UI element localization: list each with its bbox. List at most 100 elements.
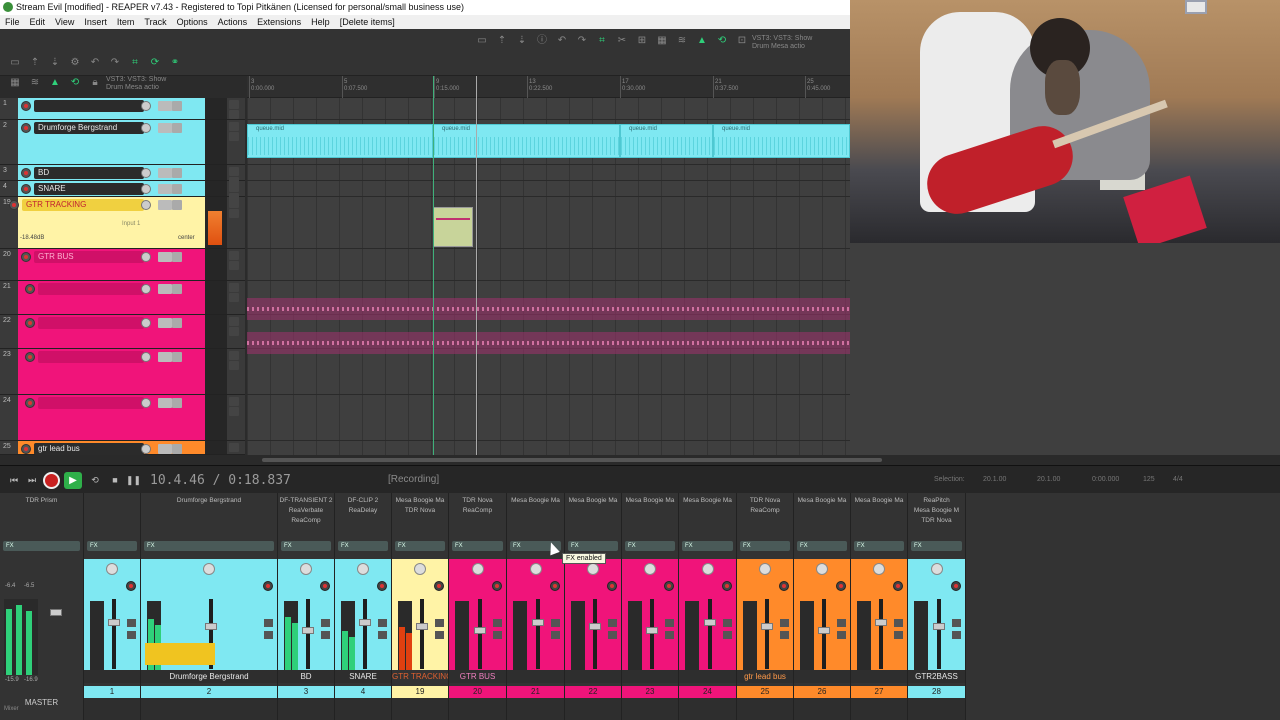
track-name[interactable] — [38, 317, 144, 329]
new-project-icon[interactable]: ▭ — [8, 57, 22, 69]
track-4[interactable]: 4 SNARE — [0, 181, 245, 202]
lock-icon[interactable]: 🔒︎ — [88, 77, 102, 89]
mixer-strip-21[interactable]: Mesa Boogie Ma FX 21 — [507, 493, 565, 720]
loop-icon[interactable]: ⟲ — [68, 77, 82, 89]
fx-bypass-button[interactable] — [172, 200, 182, 210]
midi-item[interactable]: queue.mid — [620, 124, 713, 158]
mixer-strip-22[interactable]: Mesa Boogie Ma FX 22 — [565, 493, 622, 720]
solo-button[interactable] — [229, 261, 239, 270]
fader-handle[interactable] — [646, 627, 658, 634]
strip-record-arm[interactable] — [320, 581, 330, 591]
pan-knob[interactable] — [644, 563, 656, 575]
strip-mute[interactable] — [264, 619, 273, 627]
strip-mute[interactable] — [837, 619, 846, 627]
stop-icon[interactable]: ■ — [109, 474, 121, 486]
fader-handle[interactable] — [205, 623, 217, 630]
master-fx-name[interactable]: TDR Prism — [0, 496, 83, 506]
item-icon[interactable]: ▭ — [475, 35, 489, 47]
strip-fx-list[interactable]: Mesa Boogie Ma — [507, 496, 564, 506]
fx-button[interactable] — [158, 444, 172, 454]
mixer-strip-3[interactable]: DF-TRANSIENT 2 ReaVerbate ReaComp FX BD 3 — [278, 493, 335, 720]
strip-fx-button[interactable]: FX — [281, 541, 331, 551]
mute-button[interactable] — [229, 167, 239, 176]
solo-button[interactable] — [229, 132, 239, 141]
undo-icon[interactable]: ↶ — [88, 57, 102, 69]
track-name[interactable]: GTR TRACKING — [22, 199, 144, 211]
strip-fx-list[interactable]: Mesa Boogie Ma — [565, 496, 621, 506]
strip-name[interactable] — [507, 670, 564, 683]
mute-button[interactable] — [229, 122, 239, 131]
menu-item-6[interactable]: Options — [172, 15, 213, 29]
strip-record-arm[interactable] — [893, 581, 903, 591]
record-arm-button[interactable] — [21, 123, 31, 133]
strip-fx-list[interactable]: Mesa Boogie Ma — [679, 496, 736, 506]
strip-solo[interactable] — [493, 631, 502, 639]
mixer-tab[interactable]: Mixer — [4, 706, 19, 712]
fader-handle[interactable] — [818, 627, 830, 634]
master-fader[interactable] — [50, 609, 62, 616]
pan-knob[interactable] — [106, 563, 118, 575]
strip-name[interactable] — [851, 670, 907, 683]
grid-snap-icon[interactable]: ⌗ — [128, 57, 142, 69]
solo-button[interactable] — [229, 293, 239, 302]
solo-button[interactable] — [229, 110, 239, 119]
volume-knob[interactable] — [141, 168, 151, 178]
pan-knob[interactable] — [529, 563, 542, 575]
strip-name[interactable]: GTR2BASS — [908, 670, 965, 683]
strip-fx-list[interactable]: Mesa Boogie Ma TDR Nova — [392, 496, 448, 516]
selection-start[interactable]: 20.1.00 — [983, 476, 1006, 483]
midi-item[interactable]: queue.mid — [247, 124, 433, 158]
strip-fx-button[interactable]: FX — [797, 541, 847, 551]
fx-button[interactable] — [158, 200, 172, 210]
strip-fx-list[interactable]: Mesa Boogie Ma — [851, 496, 907, 506]
strip-solo[interactable] — [435, 631, 444, 639]
pan-knob[interactable] — [701, 563, 714, 575]
volume-knob[interactable] — [141, 252, 151, 262]
record-arm-button[interactable] — [21, 184, 31, 194]
strip-name[interactable]: gtr lead bus — [737, 670, 793, 683]
strip-record-arm[interactable] — [550, 581, 560, 591]
strip-record-arm[interactable] — [779, 581, 789, 591]
record-arm-button[interactable] — [25, 398, 35, 408]
strip-solo[interactable] — [665, 631, 674, 639]
record-arm-button[interactable] — [25, 284, 35, 294]
settings-icon[interactable]: ⚙ — [68, 57, 82, 69]
track-1[interactable]: 1 — [0, 98, 245, 120]
track-19[interactable]: 19 GTR TRACKING -18.48dB Input 1 center — [0, 197, 245, 249]
volume-knob[interactable] — [141, 352, 151, 362]
strip-fx-button[interactable]: FX — [87, 541, 137, 551]
pan-knob[interactable] — [203, 563, 215, 575]
fader-handle[interactable] — [302, 627, 314, 634]
volume-knob[interactable] — [141, 184, 151, 194]
strip-name[interactable]: SNARE — [335, 670, 391, 683]
fx-button[interactable] — [158, 318, 172, 328]
track-name[interactable] — [38, 283, 144, 295]
recording-item[interactable] — [433, 207, 473, 247]
strip-name[interactable] — [84, 670, 140, 683]
volume-knob[interactable] — [141, 101, 151, 111]
timeline-ruler[interactable]: 3 0:00.000 5 0:07.500 9 0:15.000 13 0:22.500 17 0… — [247, 76, 850, 98]
fx-bypass-button[interactable] — [172, 123, 182, 133]
fx-bypass-button[interactable] — [172, 398, 182, 408]
mixer-strip-4[interactable]: DF-CLIP 2 ReaDelay FX SNARE 4 — [335, 493, 392, 720]
mixer-strip-20[interactable]: TDR Nova ReaComp FX GTR BUS 20 — [449, 493, 507, 720]
strip-fx-button[interactable]: FX — [395, 541, 445, 551]
arrange-view-extension[interactable] — [850, 243, 1280, 456]
strip-mute[interactable] — [608, 619, 617, 627]
strip-name[interactable]: GTR BUS — [449, 670, 506, 683]
strip-fx-list[interactable]: DF-CLIP 2 ReaDelay — [335, 496, 391, 516]
fx-button[interactable] — [158, 101, 172, 111]
fx-button[interactable] — [158, 352, 172, 362]
strip-solo[interactable] — [264, 631, 273, 639]
pan-knob[interactable] — [873, 563, 885, 575]
fx-bypass-button[interactable] — [172, 444, 182, 454]
mute-button[interactable] — [229, 199, 239, 208]
grid2-icon[interactable]: ▦ — [655, 35, 669, 47]
pan-knob[interactable] — [816, 563, 828, 575]
fader-handle[interactable] — [703, 619, 716, 626]
lock2-icon[interactable]: ⊡ — [735, 35, 749, 47]
strip-mute[interactable] — [493, 619, 502, 627]
pause-icon[interactable]: ❚❚ — [126, 474, 141, 486]
strip-fx-button[interactable]: FX — [144, 541, 274, 551]
fader-handle[interactable] — [416, 623, 428, 630]
